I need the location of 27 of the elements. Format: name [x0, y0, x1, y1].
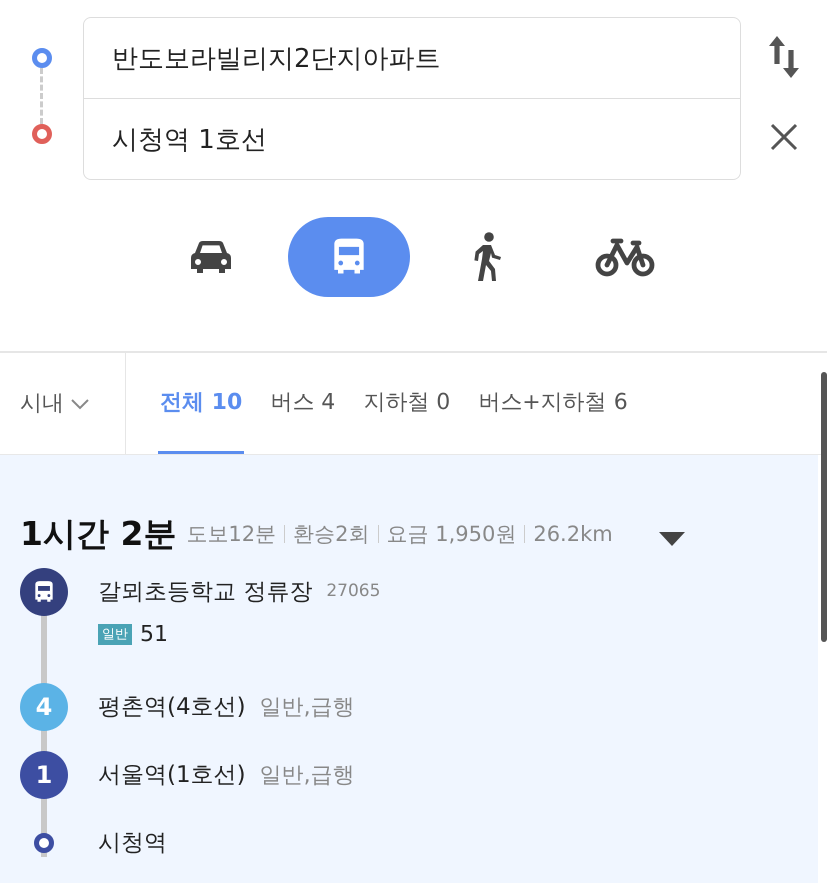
- destination-field[interactable]: 시청역 1호선: [83, 99, 741, 180]
- route-detail: 요금 1,950원: [386, 520, 516, 548]
- region-dropdown[interactable]: 시내: [0, 353, 126, 454]
- route-detail: 환승2회: [293, 520, 370, 548]
- stop-name: 시청역: [98, 828, 167, 858]
- origin-field[interactable]: 반도보라빌리지2단지아파트: [83, 17, 741, 99]
- expand-arrow-icon: [658, 532, 685, 546]
- chevron-down-icon: [70, 398, 90, 410]
- swap-arrows-icon: [769, 36, 799, 78]
- line-number-badge: 1: [20, 751, 68, 799]
- route-detail: 도보12분: [186, 520, 276, 548]
- stop-code: 27065: [326, 580, 380, 604]
- stop-name: 서울역(1호선): [98, 760, 246, 790]
- bus-number: 51: [140, 621, 168, 649]
- route-type-tab[interactable]: 지하철 0: [361, 353, 452, 454]
- route-type-tab[interactable]: 버스 4: [268, 353, 338, 454]
- service-type: 일반,급행: [260, 694, 355, 722]
- route-duration: 1시간 2분: [20, 517, 176, 550]
- route-type-tab[interactable]: 버스+지하철 6: [476, 353, 630, 454]
- stop-name: 평촌역(4호선): [98, 692, 246, 722]
- bicycle-icon: [594, 237, 654, 277]
- line-number-badge: 4: [20, 683, 68, 731]
- service-type: 일반,급행: [260, 762, 355, 790]
- bus-type-badge: 일반: [98, 624, 132, 646]
- close-icon: [769, 122, 799, 152]
- route-detail: 26.2km: [533, 520, 613, 548]
- stop-name: 갈뫼초등학교 정류장: [98, 578, 312, 607]
